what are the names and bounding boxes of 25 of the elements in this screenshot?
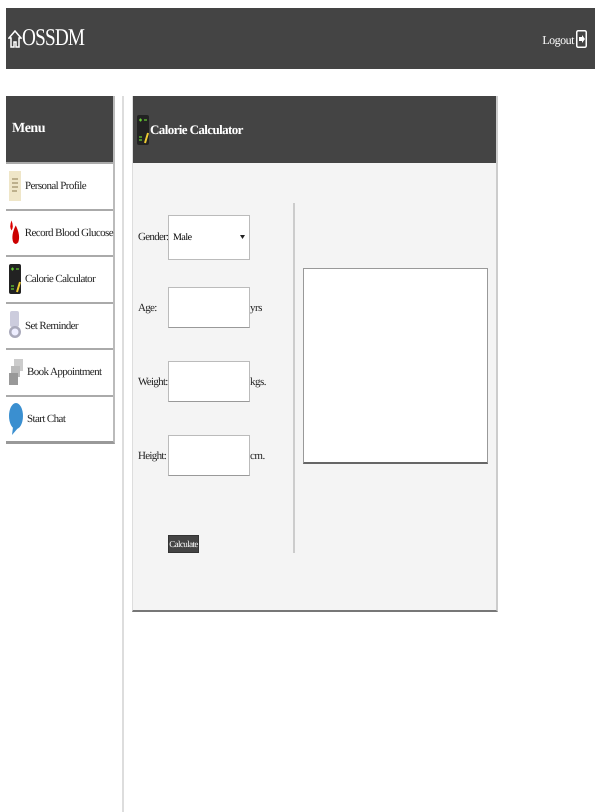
input-field[interactable] (168, 361, 250, 402)
calculator-icon (9, 264, 21, 294)
field-label: Gender: (138, 231, 168, 243)
menu-title: Menu (12, 121, 45, 137)
input-field[interactable] (168, 287, 250, 328)
logout-icon[interactable] (576, 30, 587, 48)
stopwatch-icon (9, 310, 21, 341)
logout-link[interactable]: Logout (542, 32, 574, 48)
brand-name: OSSDM (22, 25, 84, 52)
panel-title: Calorie Calculator (150, 122, 243, 138)
home-icon (8, 30, 22, 48)
speech-bubble-icon (9, 402, 23, 435)
documents-icon (9, 359, 23, 386)
gender-select[interactable]: Male (168, 214, 250, 260)
field-label: Weight: (138, 376, 168, 388)
input-field[interactable] (168, 435, 250, 476)
caret-icon (240, 235, 245, 239)
unit-label: cm. (250, 450, 265, 462)
calculate-button[interactable]: Calculate (168, 535, 199, 553)
calculator-icon (137, 114, 149, 144)
unit-label: kgs. (250, 376, 266, 388)
field-label: Height: (138, 450, 168, 462)
field-label: Age: (138, 302, 158, 314)
document-icon (9, 171, 21, 202)
unit-label: yrs (250, 302, 262, 314)
